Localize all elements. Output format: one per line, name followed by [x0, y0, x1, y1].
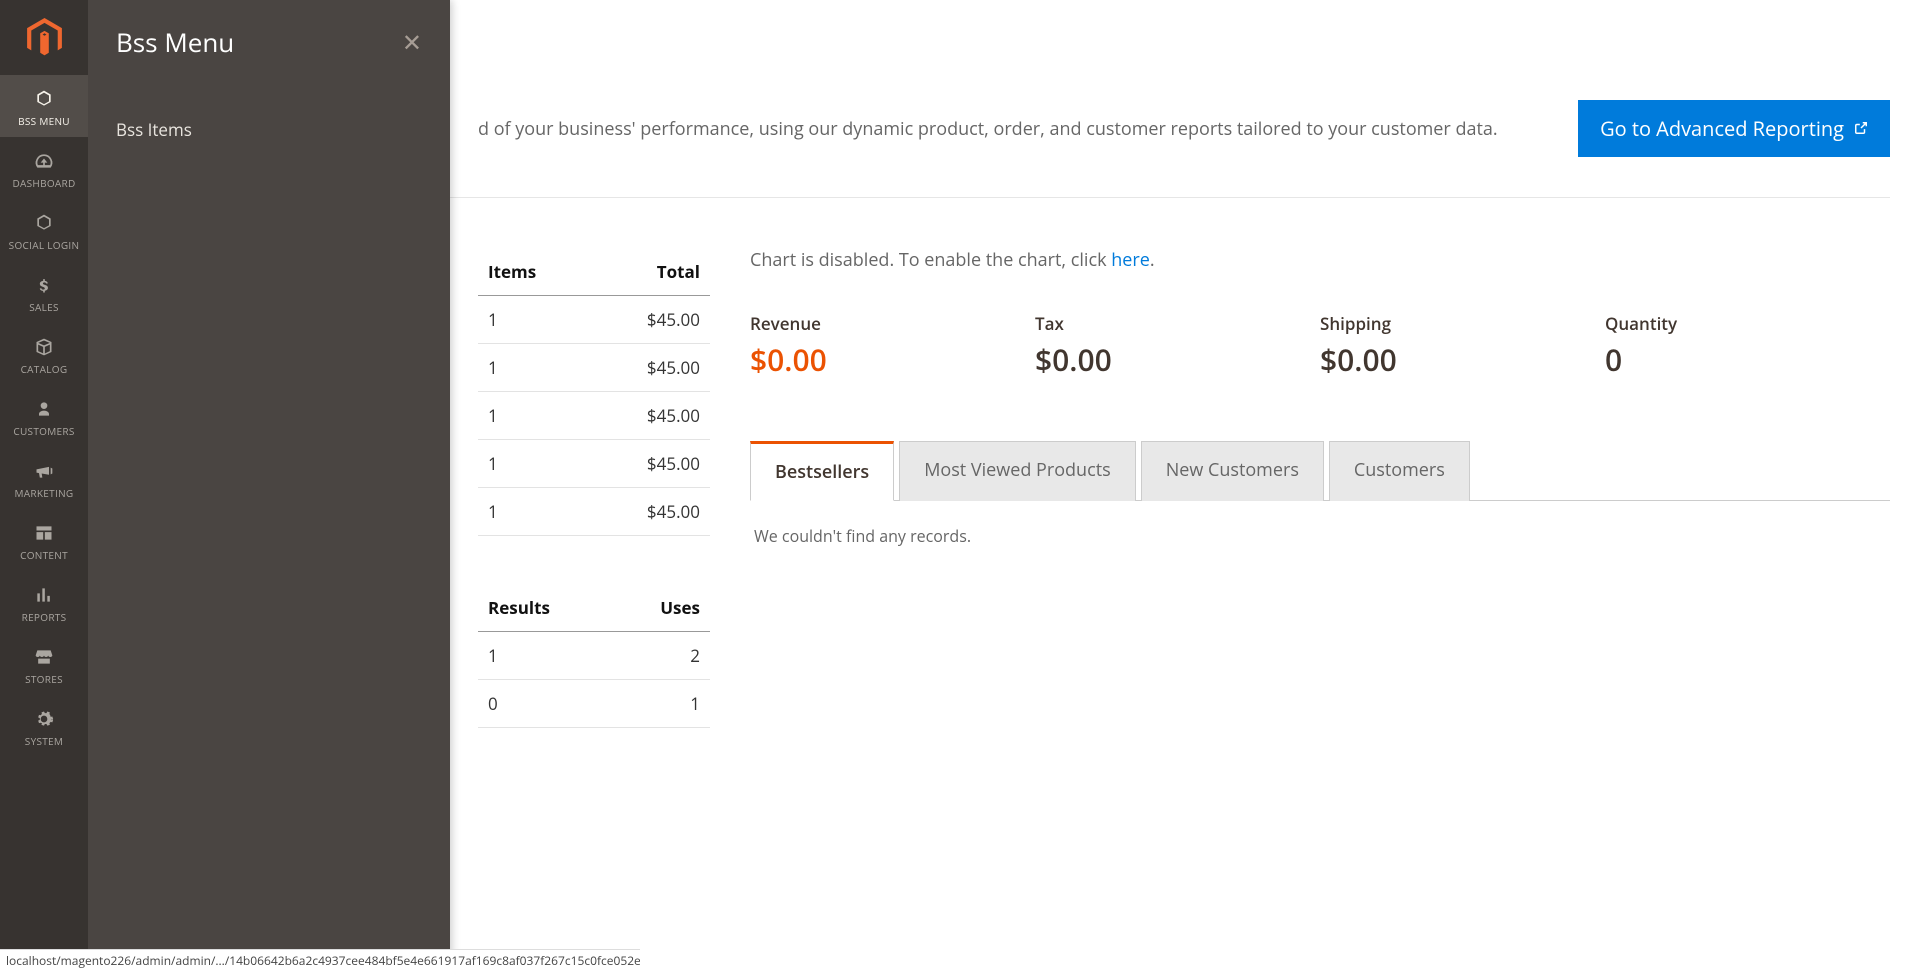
- stat-value: 0: [1605, 339, 1890, 380]
- stat-label: Tax: [1035, 312, 1320, 335]
- stat-tax: Tax $0.00: [1035, 312, 1320, 380]
- close-icon[interactable]: ✕: [402, 26, 422, 59]
- nav-label: CONTENT: [20, 550, 68, 561]
- table-row[interactable]: 1$45.00: [478, 488, 710, 536]
- nav-label: SALES: [29, 302, 59, 313]
- submenu-title: Bss Menu: [116, 24, 234, 60]
- gauge-icon: [34, 150, 54, 172]
- stat-revenue: Revenue $0.00: [750, 312, 1035, 380]
- chart-enable-link[interactable]: here: [1111, 248, 1150, 272]
- nav-label: STORES: [25, 674, 63, 685]
- tab-new-customers[interactable]: New Customers: [1141, 441, 1324, 501]
- external-link-icon: [1854, 118, 1868, 140]
- right-column: Chart is disabled. To enable the chart, …: [750, 248, 1890, 728]
- admin-sidebar: BSS MENU DASHBOARD SOCIAL LOGIN SALES CA…: [0, 0, 88, 969]
- dollar-icon: [34, 274, 54, 296]
- nav-system[interactable]: SYSTEM: [0, 695, 88, 757]
- chart-disabled-message: Chart is disabled. To enable the chart, …: [750, 248, 1890, 272]
- admin-logo[interactable]: [0, 0, 88, 75]
- nav-dashboard[interactable]: DASHBOARD: [0, 137, 88, 199]
- submenu-panel: Bss Menu ✕ Bss Items: [88, 0, 450, 969]
- tab-customers[interactable]: Customers: [1329, 441, 1470, 501]
- table-row[interactable]: 1$45.00: [478, 392, 710, 440]
- submenu-links: Bss Items: [88, 90, 450, 169]
- stat-quantity: Quantity 0: [1605, 312, 1890, 380]
- gear-icon: [34, 708, 54, 730]
- nav-catalog[interactable]: CATALOG: [0, 323, 88, 385]
- tab-most-viewed-products[interactable]: Most Viewed Products: [899, 441, 1136, 501]
- col-uses: Uses: [612, 584, 710, 632]
- empty-records-message: We couldn't find any records.: [754, 525, 971, 547]
- stat-label: Quantity: [1605, 312, 1890, 335]
- bars-icon: [34, 584, 54, 606]
- stat-shipping: Shipping $0.00: [1320, 312, 1605, 380]
- orders-table: Items Total 1$45.00 1$45.00 1$45.00 1$45…: [478, 248, 710, 536]
- table-row[interactable]: 1$45.00: [478, 440, 710, 488]
- nav-label: DASHBOARD: [12, 178, 75, 189]
- table-row[interactable]: 1$45.00: [478, 296, 710, 344]
- layout-icon: [34, 522, 54, 544]
- nav-label: REPORTS: [22, 612, 67, 623]
- submenu-link-bss-items[interactable]: Bss Items: [116, 110, 422, 149]
- tab-bestsellers[interactable]: Bestsellers: [750, 441, 894, 501]
- nav-label: SOCIAL LOGIN: [9, 240, 80, 251]
- nav-label: CUSTOMERS: [13, 426, 74, 437]
- stat-value: $0.00: [1035, 339, 1320, 380]
- stat-value: $0.00: [750, 339, 1035, 380]
- go-to-advanced-reporting-button[interactable]: Go to Advanced Reporting: [1578, 100, 1890, 157]
- submenu-header: Bss Menu ✕: [88, 0, 450, 90]
- stat-label: Revenue: [750, 312, 1035, 335]
- nav-label: SYSTEM: [25, 736, 63, 747]
- nav-items: BSS MENU DASHBOARD SOCIAL LOGIN SALES CA…: [0, 75, 88, 757]
- col-results: Results: [478, 584, 612, 632]
- col-items: Items: [478, 248, 590, 296]
- search-terms-table: Results Uses 12 01: [478, 584, 710, 728]
- nav-label: BSS MENU: [18, 116, 70, 127]
- nav-social-login[interactable]: SOCIAL LOGIN: [0, 199, 88, 261]
- dashboard-tabs: Bestsellers Most Viewed Products New Cus…: [750, 440, 1890, 501]
- megaphone-icon: [34, 460, 54, 482]
- tab-content: We couldn't find any records.: [750, 501, 1890, 571]
- chart-msg-prefix: Chart is disabled. To enable the chart, …: [750, 248, 1111, 272]
- nav-content[interactable]: CONTENT: [0, 509, 88, 571]
- browser-statusbar: localhost/magento226/admin/admin/.../14b…: [0, 949, 640, 969]
- chart-msg-suffix: .: [1150, 248, 1155, 272]
- nav-label: CATALOG: [21, 364, 68, 375]
- hexagon-icon: [34, 88, 54, 110]
- stats-row: Revenue $0.00 Tax $0.00 Shipping $0.00 Q…: [750, 312, 1890, 380]
- col-total: Total: [590, 248, 710, 296]
- nav-customers[interactable]: CUSTOMERS: [0, 385, 88, 447]
- nav-reports[interactable]: REPORTS: [0, 571, 88, 633]
- table-header-row: Items Total: [478, 248, 710, 296]
- nav-stores[interactable]: STORES: [0, 633, 88, 695]
- stat-value: $0.00: [1320, 339, 1605, 380]
- nav-marketing[interactable]: MARKETING: [0, 447, 88, 509]
- hexagon-icon: [34, 212, 54, 234]
- magento-logo-icon: [27, 18, 62, 58]
- stat-label: Shipping: [1320, 312, 1605, 335]
- table-row[interactable]: 1$45.00: [478, 344, 710, 392]
- table-row[interactable]: 12: [478, 632, 710, 680]
- table-header-row: Results Uses: [478, 584, 710, 632]
- button-label: Go to Advanced Reporting: [1600, 115, 1844, 142]
- nav-label: MARKETING: [15, 488, 74, 499]
- person-icon: [34, 398, 54, 420]
- nav-bss-menu[interactable]: BSS MENU: [0, 75, 88, 137]
- box-icon: [34, 336, 54, 358]
- nav-sales[interactable]: SALES: [0, 261, 88, 323]
- storefront-icon: [34, 646, 54, 668]
- table-row[interactable]: 01: [478, 680, 710, 728]
